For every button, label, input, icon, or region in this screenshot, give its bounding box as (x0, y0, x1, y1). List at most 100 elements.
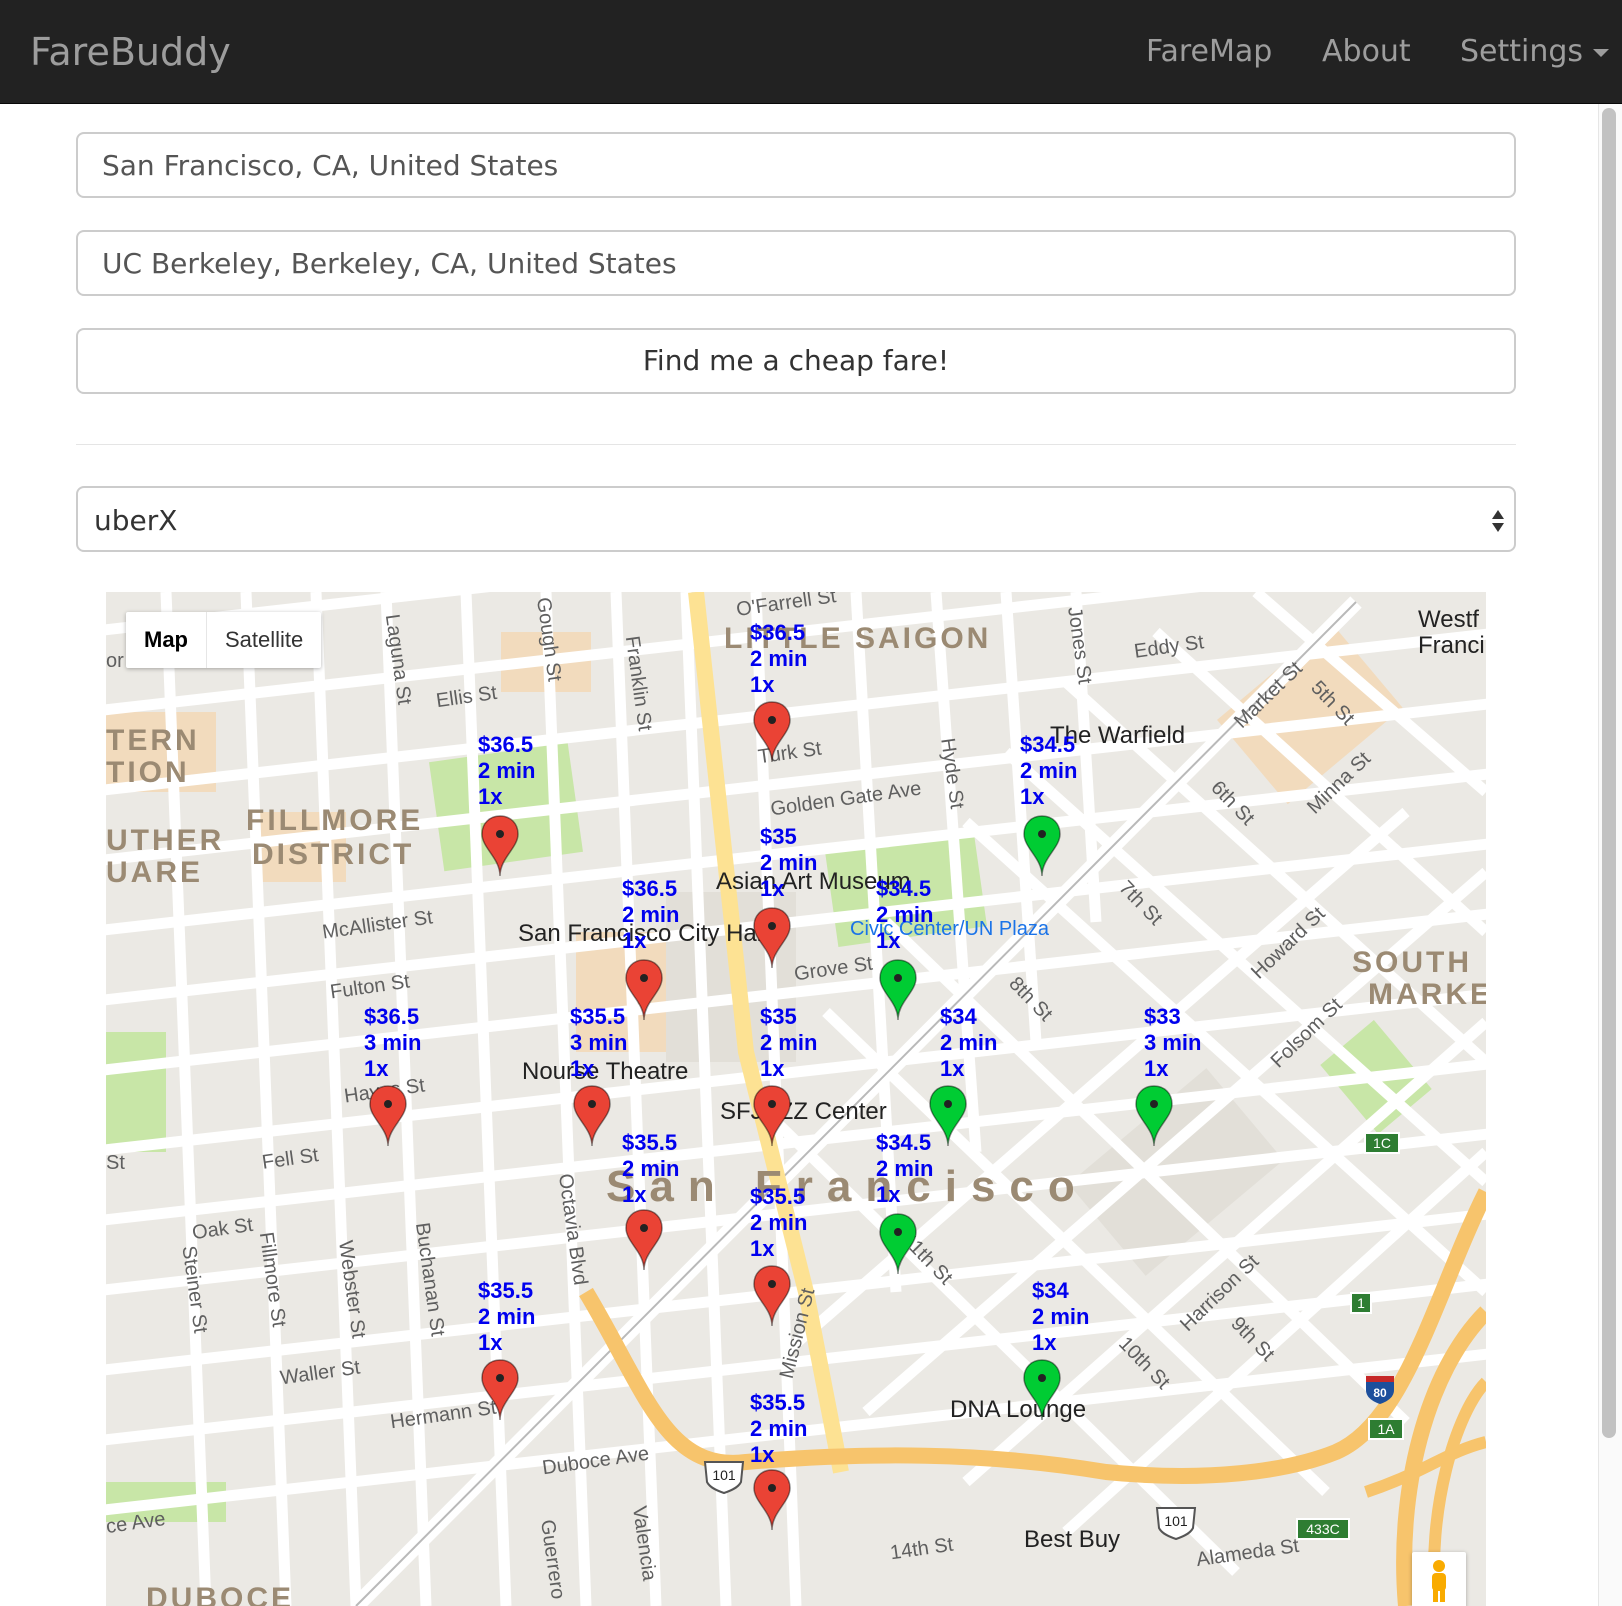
poi-label: Franci (1418, 632, 1485, 659)
pegman-icon (1432, 1560, 1446, 1602)
product-select-value: uberX (94, 504, 178, 537)
fare-surge: 1x (364, 1056, 389, 1081)
fare-label: $34.5 2 min 1x (1020, 732, 1077, 810)
red-map-pin-icon[interactable] (752, 1468, 792, 1532)
brand-link[interactable]: FareBuddy (30, 30, 231, 74)
fare-eta: 2 min (760, 1030, 818, 1055)
fare-surge: 1x (750, 1442, 775, 1467)
street-view-pegman[interactable] (1412, 1552, 1466, 1606)
find-fare-button[interactable]: Find me a cheap fare! (76, 328, 1516, 394)
fare-eta: 2 min (622, 902, 680, 927)
fare-surge: 1x (1144, 1056, 1169, 1081)
district-label: FILLMORE (246, 804, 424, 837)
fare-label: $34 2 min 1x (1032, 1278, 1089, 1356)
district-label: SOUTH (1352, 946, 1472, 979)
red-map-pin-icon[interactable] (752, 1264, 792, 1328)
fare-eta: 2 min (1032, 1304, 1090, 1329)
green-map-pin-icon[interactable] (1022, 814, 1062, 878)
origin-field (76, 132, 1516, 198)
green-map-pin-icon[interactable] (878, 1212, 918, 1276)
fare-eta: 2 min (750, 1416, 808, 1441)
navbar: FareBuddy FareMap About Settings (0, 0, 1622, 104)
red-map-pin-icon[interactable] (752, 700, 792, 764)
fare-label: $35.5 2 min 1x (750, 1390, 807, 1468)
nav-about-link[interactable]: About (1322, 34, 1411, 69)
fare-eta: 2 min (940, 1030, 998, 1055)
fare-eta: 2 min (478, 758, 536, 783)
map-type-control: Map Satellite (126, 612, 322, 668)
map-type-satellite-button[interactable]: Satellite (207, 612, 321, 668)
fare-price: $36.5 (364, 1004, 420, 1029)
red-map-pin-icon[interactable] (480, 1358, 520, 1422)
map-type-map-button[interactable]: Map (126, 612, 207, 668)
fare-label: $35 2 min 1x (760, 824, 817, 902)
fare-surge: 1x (478, 1330, 503, 1355)
fare-price: $35.5 (750, 1390, 806, 1415)
scrollbar-thumb[interactable] (1602, 108, 1616, 1438)
fare-price: $34 (1032, 1278, 1069, 1303)
fare-eta: 2 min (760, 850, 818, 875)
red-map-pin-icon[interactable] (480, 814, 520, 878)
poi-label: Best Buy (1024, 1526, 1121, 1553)
district-label: MARKE (1368, 978, 1486, 1011)
highway-shield-icon: 101 (703, 1461, 745, 1494)
interstate-shield-icon: 80 (1366, 1376, 1394, 1404)
red-map-pin-icon[interactable] (368, 1084, 408, 1148)
fare-label: $35 2 min 1x (760, 1004, 817, 1082)
fare-price: $34.5 (876, 876, 932, 901)
svg-text:101: 101 (1164, 1513, 1188, 1529)
fare-price: $35.5 (750, 1184, 806, 1209)
fare-eta: 3 min (570, 1030, 628, 1055)
fare-eta: 3 min (364, 1030, 422, 1055)
exit-badge: 433C (1296, 1518, 1350, 1540)
red-map-pin-icon[interactable] (572, 1084, 612, 1148)
fare-surge: 1x (622, 928, 647, 953)
fare-surge: 1x (478, 784, 503, 809)
destination-input[interactable] (78, 232, 1514, 294)
fare-surge: 1x (1020, 784, 1045, 809)
fare-label: $36.5 2 min 1x (478, 732, 535, 810)
district-label: TION (106, 756, 190, 789)
fare-label: $36.5 2 min 1x (750, 620, 807, 698)
fare-label: $35.5 3 min 1x (570, 1004, 627, 1082)
poi-label: SFJAZZ Center (720, 1098, 887, 1125)
fare-label: $36.5 2 min 1x (622, 876, 679, 954)
fare-map[interactable]: LITTLE SAIGON FILLMORE DISTRICT TERN TIO… (106, 592, 1486, 1606)
red-map-pin-icon[interactable] (624, 958, 664, 1022)
green-map-pin-icon[interactable] (1022, 1358, 1062, 1422)
green-map-pin-icon[interactable] (928, 1084, 968, 1148)
street-label: St (106, 1152, 125, 1174)
red-map-pin-icon[interactable] (624, 1208, 664, 1272)
fare-surge: 1x (876, 1182, 901, 1207)
fare-surge: 1x (570, 1056, 595, 1081)
fare-label: $35.5 2 min 1x (622, 1130, 679, 1208)
fare-eta: 2 min (876, 1156, 934, 1181)
fare-surge: 1x (760, 1056, 785, 1081)
fare-surge: 1x (750, 1236, 775, 1261)
green-map-pin-icon[interactable] (1134, 1084, 1174, 1148)
poi-label: DNA Lounge (950, 1396, 1087, 1423)
green-map-pin-icon[interactable] (878, 958, 918, 1022)
highway-shield-icon: 101 (1155, 1507, 1197, 1540)
red-map-pin-icon[interactable] (752, 1084, 792, 1148)
fare-surge: 1x (1032, 1330, 1057, 1355)
fare-eta: 2 min (876, 902, 934, 927)
svg-text:80: 80 (1373, 1386, 1387, 1400)
district-label: TERN (106, 724, 200, 757)
nav-faremap-link[interactable]: FareMap (1146, 34, 1272, 69)
poi-label: Westf (1418, 606, 1479, 633)
red-map-pin-icon[interactable] (752, 906, 792, 970)
fare-surge: 1x (622, 1182, 647, 1207)
fare-surge: 1x (940, 1056, 965, 1081)
fare-eta: 2 min (478, 1304, 536, 1329)
fare-price: $35.5 (478, 1278, 534, 1303)
fare-eta: 2 min (750, 1210, 808, 1235)
fare-label: $34 2 min 1x (940, 1004, 997, 1082)
product-select[interactable]: uberX (76, 486, 1516, 552)
fare-eta: 2 min (622, 1156, 680, 1181)
origin-input[interactable] (78, 134, 1514, 196)
district-label: DUBOCE (146, 1582, 295, 1606)
nav-settings-dropdown[interactable]: Settings (1460, 34, 1610, 69)
fare-price: $35.5 (622, 1130, 678, 1155)
fare-price: $35.5 (570, 1004, 626, 1029)
